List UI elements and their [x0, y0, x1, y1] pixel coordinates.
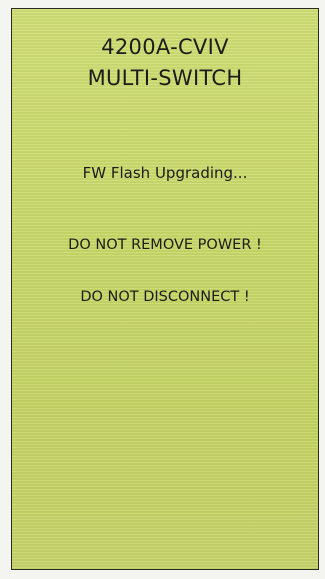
warning-do-not-remove-power: DO NOT REMOVE POWER !	[68, 237, 262, 253]
upgrade-status-message: FW Flash Upgrading...	[82, 164, 248, 182]
device-bezel: 4200A-CVIV MULTI-SWITCH FW Flash Upgradi…	[0, 0, 325, 579]
device-name-title: MULTI-SWITCH	[87, 66, 243, 90]
device-model-title: 4200A-CVIV	[101, 35, 229, 59]
warning-do-not-disconnect: DO NOT DISCONNECT !	[80, 289, 250, 305]
lcd-screen: 4200A-CVIV MULTI-SWITCH FW Flash Upgradi…	[11, 8, 319, 570]
